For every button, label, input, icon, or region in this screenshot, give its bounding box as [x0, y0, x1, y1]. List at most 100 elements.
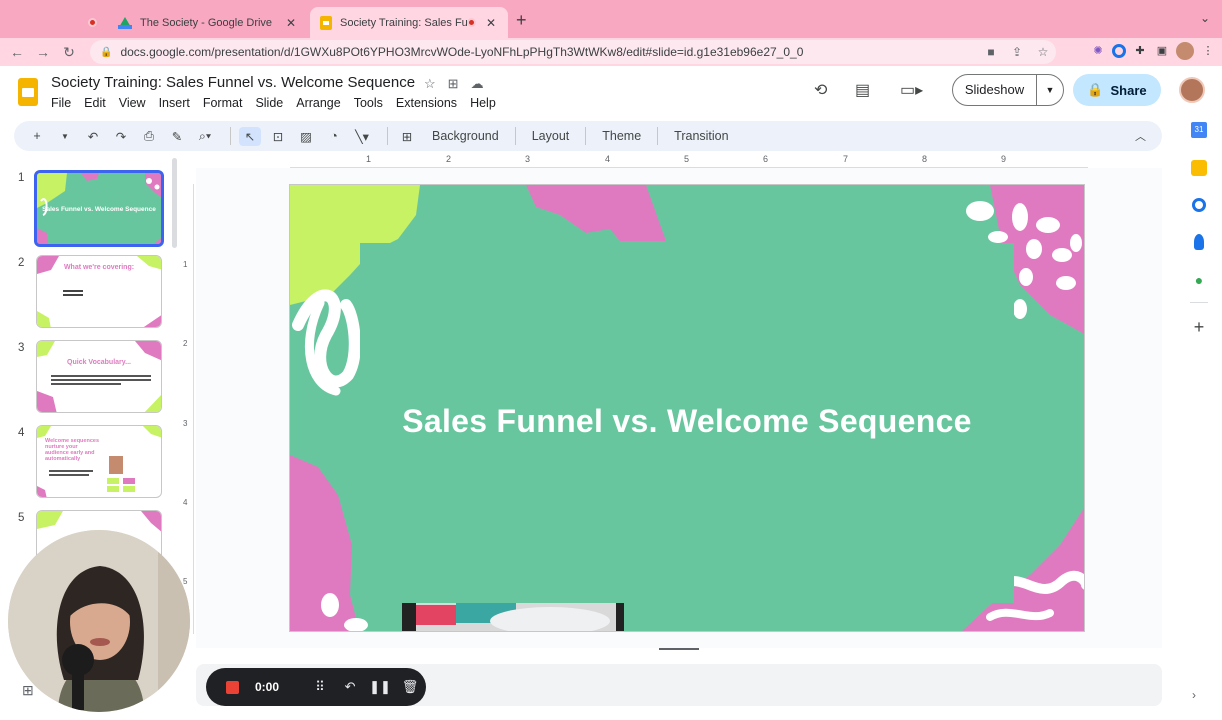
slide-thumbnail-title: Welcome sequences nurture your audience … [45, 438, 100, 462]
tab-society-training[interactable]: Society Training: Sales Fun ✕ [310, 7, 508, 38]
slide-thumbnail-art [37, 341, 161, 412]
side-panel-divider [1190, 302, 1208, 303]
address-bar[interactable]: 🔒 docs.google.com/presentation/d/1GWXu8P… [90, 40, 1056, 64]
shape-icon[interactable]: ◔ [323, 129, 345, 143]
text-box-icon[interactable]: ⊡ [267, 129, 289, 144]
add-comment-icon[interactable]: ⊞ [396, 129, 418, 144]
new-tab-button[interactable]: + [516, 10, 527, 31]
google-drive-icon [118, 16, 132, 29]
star-icon[interactable]: ☆ [424, 76, 436, 92]
paint-format-icon[interactable]: ✎ [166, 129, 188, 144]
select-cursor-icon[interactable]: ↖ [239, 126, 261, 146]
puzzle-extensions-icon[interactable]: ✚ [1132, 43, 1148, 59]
camera-permission-icon[interactable]: ■ [978, 45, 1004, 59]
tasks-icon[interactable] [1192, 198, 1206, 212]
background-button[interactable]: Background [432, 129, 499, 143]
menu-tools[interactable]: Tools [354, 96, 383, 110]
menu-file[interactable]: File [51, 96, 71, 110]
tab-search-chevron-icon[interactable]: ⌄ [1200, 11, 1210, 25]
close-icon[interactable]: ✕ [284, 16, 298, 30]
more-options-icon[interactable]: ⋮ [1200, 43, 1216, 59]
slides-logo-icon[interactable] [18, 78, 38, 106]
menu-format[interactable]: Format [203, 96, 243, 110]
webcam-video-art [8, 530, 190, 712]
slide-thumbnail[interactable]: Sales Funnel vs. Welcome Sequence [34, 170, 164, 247]
document-title[interactable]: Society Training: Sales Funnel vs. Welco… [51, 74, 415, 91]
stop-recording-button[interactable] [226, 680, 239, 694]
add-addon-icon[interactable]: + [1194, 317, 1205, 338]
contacts-icon[interactable] [1194, 234, 1204, 250]
redo-icon[interactable]: ↷ [110, 129, 132, 144]
slideshow-label[interactable]: Slideshow [953, 75, 1037, 105]
slide-thumbnail[interactable]: Quick Vocabulary... [36, 340, 162, 413]
bookmark-star-icon[interactable]: ☆ [1030, 45, 1056, 59]
extension-icon[interactable] [1112, 44, 1126, 58]
menu-edit[interactable]: Edit [84, 96, 106, 110]
editor-toolbar: + ▼ ↶ ↷ ⎙ ✎ ⌕▾ ↖ ⊡ ▨ ◔ ╲▾ ⊞ Background L… [14, 121, 1162, 151]
slide-number: 4 [18, 427, 25, 439]
calendar-icon[interactable]: 31 [1191, 122, 1207, 138]
theme-button[interactable]: Theme [602, 129, 641, 143]
ruler-tick: 6 [763, 154, 769, 164]
toolbar-divider [657, 127, 659, 145]
close-icon[interactable]: ✕ [484, 16, 498, 30]
share-page-icon[interactable]: ⇪ [1004, 45, 1030, 59]
cloud-status-icon[interactable]: ☁ [471, 76, 484, 92]
keep-icon[interactable] [1191, 160, 1207, 176]
pause-icon[interactable]: ❚❚ [365, 679, 395, 695]
transition-button[interactable]: Transition [674, 129, 728, 143]
image-icon[interactable]: ▨ [295, 129, 317, 144]
move-folder-icon[interactable]: ⊞ [448, 76, 459, 92]
menu-view[interactable]: View [119, 96, 146, 110]
extension-icon[interactable]: ✺ [1090, 43, 1106, 59]
menu-help[interactable]: Help [470, 96, 496, 110]
share-button[interactable]: 🔒 Share [1073, 74, 1161, 106]
drag-handle-icon[interactable]: ⠿ [305, 679, 335, 695]
notes-resize-handle[interactable] [659, 648, 699, 650]
version-history-icon[interactable]: ⟲ [814, 80, 827, 100]
profile-avatar[interactable] [1176, 42, 1194, 60]
chevron-down-icon[interactable]: ▼ [1037, 85, 1063, 95]
menu-arrange[interactable]: Arrange [296, 96, 340, 110]
side-panel-icon[interactable]: ▣ [1154, 43, 1170, 59]
meet-camera-icon[interactable]: ▭▸ [900, 80, 923, 100]
zoom-icon[interactable]: ⌕▾ [194, 129, 216, 144]
forward-icon[interactable]: → [30, 44, 56, 60]
reload-icon[interactable]: ↻ [56, 44, 82, 61]
lock-icon[interactable]: 🔒 [100, 47, 112, 58]
print-icon[interactable]: ⎙ [138, 129, 160, 144]
menu-bar: File Edit View Insert Format Slide Arran… [51, 96, 496, 110]
layout-button[interactable]: Layout [532, 129, 570, 143]
slide-title-text[interactable]: Sales Funnel vs. Welcome Sequence [290, 403, 1084, 440]
chevron-down-icon[interactable]: ▼ [54, 132, 76, 141]
delete-icon[interactable]: 🗑 [395, 679, 425, 695]
comments-icon[interactable]: ▤ [855, 80, 870, 100]
slide-thumbnail[interactable]: Welcome sequences nurture your audience … [36, 425, 162, 498]
menu-extensions[interactable]: Extensions [396, 96, 457, 110]
recording-tab[interactable] [78, 7, 108, 38]
back-icon[interactable]: ← [4, 44, 30, 60]
menu-insert[interactable]: Insert [159, 96, 190, 110]
undo-icon[interactable]: ↶ [82, 129, 104, 144]
menu-slide[interactable]: Slide [255, 96, 283, 110]
restart-icon[interactable]: ↶ [335, 679, 365, 695]
maps-icon[interactable]: ● [1191, 272, 1207, 288]
new-slide-icon[interactable]: + [26, 129, 48, 143]
slide-canvas[interactable]: Sales Funnel vs. Welcome Sequence [289, 184, 1085, 632]
ruler-tick: 1 [366, 154, 372, 164]
ruler-tick: 8 [922, 154, 928, 164]
slide-thumbnail-title: What we're covering: [63, 264, 135, 271]
line-icon[interactable]: ╲▾ [351, 129, 373, 144]
account-avatar[interactable] [1179, 77, 1205, 103]
slideshow-button[interactable]: Slideshow ▼ [952, 74, 1064, 106]
recorder-controls: 0:00 ⠿ ↶ ❚❚ 🗑 [206, 668, 426, 706]
slide-thumbnail[interactable]: What we're covering: [36, 255, 162, 328]
extensions-bar: ✺ ✚ ▣ ⋮ [1090, 42, 1216, 60]
chevron-right-icon[interactable]: › [1192, 688, 1196, 702]
tab-google-drive[interactable]: The Society - Google Drive ✕ [108, 7, 308, 38]
apps-grid-icon[interactable]: ⊞ [22, 682, 34, 699]
ruler-tick: 9 [1001, 154, 1007, 164]
filmstrip-scrollbar[interactable] [172, 158, 177, 248]
chevron-up-icon[interactable]: ︿ [1135, 128, 1146, 144]
horizontal-ruler: 1 2 3 4 5 6 7 8 9 [290, 154, 1088, 168]
